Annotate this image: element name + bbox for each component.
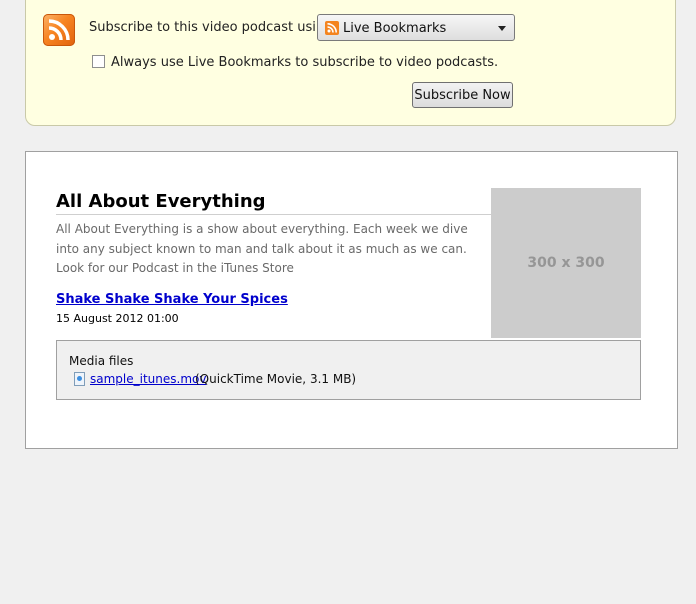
quicktime-file-icon bbox=[74, 372, 85, 386]
subscribe-now-button[interactable]: Subscribe Now bbox=[412, 82, 513, 108]
entry-date: 15 August 2012 01:00 bbox=[56, 312, 179, 325]
rss-feed-icon bbox=[43, 14, 75, 46]
rss-small-icon bbox=[325, 21, 339, 35]
media-file-info: (QuickTime Movie, 3.1 MB) bbox=[195, 372, 357, 386]
feed-description: All About Everything is a show about eve… bbox=[56, 222, 468, 275]
feed-image-placeholder: 300 x 300 bbox=[491, 188, 641, 338]
always-use-label[interactable]: Always use Live Bookmarks to subscribe t… bbox=[111, 55, 498, 70]
feed-reader-selected: Live Bookmarks bbox=[343, 21, 447, 36]
media-files-heading: Media files bbox=[69, 354, 134, 368]
title-divider bbox=[56, 214, 491, 215]
media-file-link[interactable]: sample_itunes.mov bbox=[90, 372, 206, 386]
always-use-checkbox[interactable] bbox=[92, 55, 105, 68]
entry-title-link[interactable]: Shake Shake Shake Your Spices bbox=[56, 292, 288, 307]
chevron-down-icon[interactable] bbox=[498, 26, 506, 31]
media-files-box bbox=[56, 340, 641, 400]
feed-reader-select[interactable]: Live Bookmarks bbox=[317, 14, 515, 41]
feed-title: All About Everything bbox=[56, 191, 266, 212]
subscribe-label: Subscribe to this video podcast using bbox=[89, 20, 333, 35]
